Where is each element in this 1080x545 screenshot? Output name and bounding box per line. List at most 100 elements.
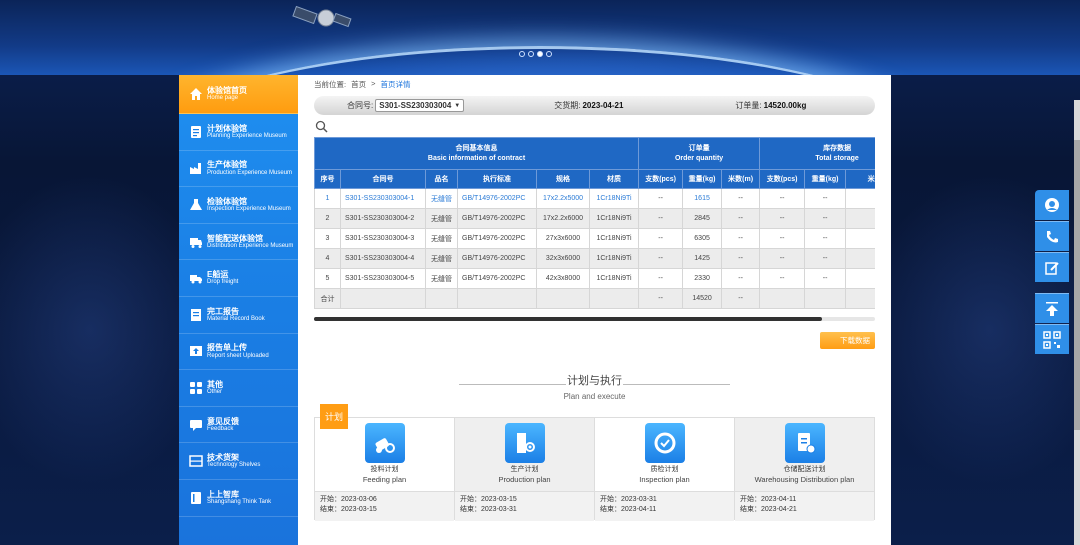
table-cell	[759, 288, 806, 309]
table-cell	[536, 288, 590, 309]
table-horizontal-scrollbar[interactable]	[314, 317, 875, 321]
sidebar-item-think-tank[interactable]: 上上智库 Shangshang Think Tank	[179, 480, 298, 517]
column-header: 序号	[314, 169, 341, 189]
table-row[interactable]: 1 S301-SS230303004-1 无缝管 GB/T14976-2002PC 17…	[314, 188, 875, 209]
table-cell: --	[804, 268, 847, 289]
sidebar-item-label: E船运	[207, 270, 229, 280]
sidebar-item-other[interactable]: 其他 Other	[179, 370, 298, 407]
table-cell: --	[638, 208, 684, 229]
table-cell: --	[845, 268, 875, 289]
plan-title-zh: 仓储配送计划	[783, 466, 826, 473]
qrcode-icon	[1043, 330, 1061, 349]
book-icon	[191, 491, 201, 504]
table-cell: GB/T14976-2002PC	[457, 188, 537, 209]
carousel-dots[interactable]	[519, 51, 552, 57]
sidebar-item-sublabel: Drop freight	[207, 279, 239, 286]
table-cell: 4	[314, 248, 341, 269]
carousel-dot[interactable]	[528, 51, 534, 57]
sidebar-item-label: 完工报告	[207, 306, 239, 316]
sidebar-item-production[interactable]: 生产体验馆 Production Experience Museum	[179, 151, 298, 188]
table-row[interactable]: 4 S301-SS230303004-4 无缝管 GB/T14976-2002PC 32…	[314, 248, 875, 269]
table-row[interactable]: 2 S301-SS230303004-2 无缝管 GB/T14976-2002PC 17…	[314, 208, 875, 229]
plan-card-inspection[interactable]: 质检计划 Inspection plan 开始：2023-03-31 结束：202…	[595, 418, 735, 521]
plan-start: 开始：2023-03-31	[600, 496, 657, 503]
sidebar-item-drop-freight[interactable]: E船运 Drop freight	[179, 260, 298, 297]
carousel-dot-active[interactable]	[537, 51, 543, 57]
plan-dates: 开始：2023-03-15 结束：2023-03-31	[455, 491, 594, 521]
table-cell: --	[845, 248, 875, 269]
sidebar-item-planning[interactable]: 计划体验馆 Planning Experience Museum	[179, 114, 298, 151]
sidebar-item-sublabel: Home page	[207, 95, 239, 102]
table-cell: GB/T14976-2002PC	[457, 268, 537, 289]
flask-icon	[190, 198, 202, 210]
column-header: 材质	[588, 169, 640, 189]
contract-table-container[interactable]: 合同基本信息 Basic information of contract 订单量 O…	[314, 137, 875, 312]
table-cell: --	[638, 288, 684, 309]
sidebar-item-inspection[interactable]: 检验体验馆 Inspection Experience Museum	[179, 187, 298, 224]
page-scrollbar[interactable]	[1074, 100, 1080, 545]
plan-title-en: Production plan	[498, 475, 551, 484]
sidebar-item-sublabel: Technology Shelves	[207, 462, 261, 469]
table-cell: --	[804, 228, 847, 249]
sidebar-item-label: 计划体验馆	[207, 123, 247, 133]
scrollbar-thumb[interactable]	[314, 317, 822, 321]
table-cell: GB/T14976-2002PC	[457, 248, 537, 269]
back-to-top-button[interactable]	[1035, 293, 1069, 323]
breadcrumb-label: 当前位置:	[314, 80, 347, 89]
table-cell: --	[759, 228, 806, 249]
table-row[interactable]: 5 S301-SS230303004-5 无缝管 GB/T14976-2002PC 42…	[314, 268, 875, 289]
plan-title-zh: 生产计划	[510, 466, 539, 473]
column-header: 支数(pcs)	[638, 169, 684, 189]
plan-card-production[interactable]: 生产计划 Production plan 开始：2023-03-15 结束：202…	[455, 418, 595, 521]
sidebar-item-label: 报告单上传	[207, 343, 247, 353]
factory-icon	[190, 163, 201, 175]
table-row[interactable]: 3 S301-SS230303004-3 无缝管 GB/T14976-2002PC 27…	[314, 228, 875, 249]
table-cell: S301-SS230303004-2	[340, 208, 426, 229]
table-cell: 2330	[682, 268, 723, 289]
sidebar-item-distribution[interactable]: 智能配送体验馆 Distribution Experience Museum	[179, 224, 298, 261]
carousel-dot[interactable]	[546, 51, 552, 57]
contract-select-value: S301-SS230303004	[379, 101, 452, 110]
table-cell: 3	[314, 228, 341, 249]
column-header: 重量(kg)	[682, 169, 723, 189]
table-cell: 合计	[314, 288, 341, 309]
customer-service-button[interactable]	[1035, 190, 1069, 220]
sidebar-item-home[interactable]: 体验馆首页 Home page	[179, 75, 298, 114]
group-header-order: 订单量 Order quantity	[638, 137, 761, 170]
table-cell: 14520	[682, 288, 723, 309]
plan-card-feeding[interactable]: 投料计划 Feeding plan 开始：2023-03-06 结束：2023-0…	[315, 418, 455, 521]
sidebar-item-sublabel: Inspection Experience Museum	[207, 206, 291, 213]
carousel-dot[interactable]	[519, 51, 525, 57]
table-cell: GB/T14976-2002PC	[457, 228, 537, 249]
search-icon[interactable]	[315, 120, 328, 133]
page-scrollbar-thumb[interactable]	[1074, 140, 1080, 430]
sidebar-item-technology-shelves[interactable]: 技术货架 Technology Shelves	[179, 443, 298, 480]
breadcrumb-home[interactable]: 首页	[351, 79, 366, 90]
qrcode-button[interactable]	[1035, 324, 1069, 354]
phone-button[interactable]	[1035, 221, 1069, 251]
sidebar-item-sublabel: Planning Experience Museum	[207, 132, 287, 139]
sidebar-item-report-upload[interactable]: 报告单上传 Report sheet Uploaded	[179, 334, 298, 371]
sidebar-item-sublabel: Production Experience Museum	[207, 169, 293, 176]
edit-button[interactable]	[1035, 252, 1069, 282]
table-cell: S301-SS230303004-5	[340, 268, 426, 289]
sidebar-item-label: 体验馆首页	[207, 85, 247, 95]
plan-card-warehousing[interactable]: 仓储配送计划 Warehousing Distribution plan 开始：…	[735, 418, 874, 521]
column-header: 重量(kg)	[804, 169, 847, 189]
table-cell: 1Cr18Ni9Ti	[588, 188, 640, 209]
download-data-button[interactable]: 下载数据	[820, 332, 875, 349]
section-title-zh: 计划与执行	[567, 375, 622, 387]
table-cell: 6305	[682, 228, 723, 249]
contract-select[interactable]: S301-SS230303004 ▼	[375, 99, 465, 112]
column-header: 米数(m)	[721, 169, 761, 189]
sidebar-item-feedback[interactable]: 意见反馈 Feedback	[179, 407, 298, 444]
report-icon	[191, 308, 201, 321]
delivery-label: 交货期:	[554, 101, 581, 110]
table-cell: --	[845, 188, 875, 209]
sidebar-item-material-record[interactable]: 完工报告 Material Record Book	[179, 297, 298, 334]
column-header: 合同号	[340, 169, 426, 189]
order-value: 14520.00kg	[763, 101, 807, 110]
plan-start: 开始：2023-04-11	[740, 496, 797, 503]
table-cell: 无缝管	[425, 208, 458, 229]
table-cell: --	[721, 188, 761, 209]
